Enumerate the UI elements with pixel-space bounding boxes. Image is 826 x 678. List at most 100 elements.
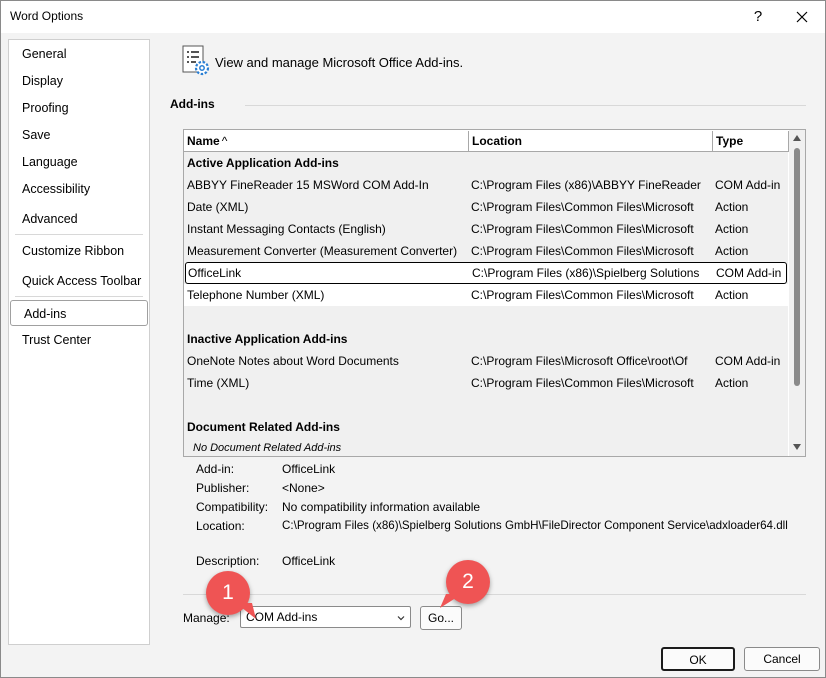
sidebar-item-label: Proofing [22,101,69,115]
page-description: View and manage Microsoft Office Add-ins… [215,55,464,70]
group-header-document: Document Related Add-ins [187,420,340,434]
sort-indicator-icon: ^ [221,134,228,148]
sidebar-item-customize-ribbon[interactable]: Customize Ribbon [9,238,149,264]
sidebar-item-label: Trust Center [22,333,92,347]
title-bar: Word Options ? [1,1,825,33]
close-icon [796,11,808,23]
document-addins-note: No Document Related Add-ins [193,442,342,454]
sidebar-item-label: Customize Ribbon [22,244,125,258]
table-row[interactable]: Date (XML) C:\Program Files\Common Files… [184,196,788,218]
sidebar-separator [15,234,143,235]
cell-location: C:\Program Files\Common Files\Microsoft [471,288,694,302]
cell-location: C:\Program Files\Common Files\Microsoft [471,222,694,236]
cell-type: Action [715,244,749,258]
section-title: Add-ins [170,97,215,111]
cell-location: C:\Program Files (x86)\ABBYY FineReader [471,178,701,192]
detail-compatibility-label: Compatibility: [196,500,269,514]
detail-location-label: Location: [196,519,245,533]
cell-name: ABBYY FineReader 15 MSWord COM Add-In [187,178,429,192]
cell-name: Measurement Converter (Measurement Conve… [187,244,458,258]
sidebar-item-save[interactable]: Save [9,122,149,148]
detail-description-label: Description: [196,554,260,568]
cell-type: Action [715,288,749,302]
cell-name: OfficeLink [188,266,242,280]
addins-gear-icon [182,45,212,80]
cell-name: Time (XML) [187,376,250,390]
word-options-dialog: Word Options ? General Display Proofing … [0,0,826,678]
column-header-type[interactable]: Type [713,131,789,152]
table-row[interactable]: ABBYY FineReader 15 MSWord COM Add-In C:… [184,174,788,196]
table-row[interactable]: OneNote Notes about Word Documents C:\Pr… [184,350,788,372]
window-title: Word Options [10,9,84,23]
cell-location: C:\Program Files\Common Files\Microsoft [471,200,694,214]
sidebar-item-display[interactable]: Display [9,68,149,94]
cell-type: COM Add-in [716,266,782,280]
cell-type: Action [715,200,749,214]
section-divider [245,105,806,106]
detail-publisher-label: Publisher: [196,481,250,495]
cell-type: Action [715,222,749,236]
sidebar-item-general[interactable]: General [9,41,149,67]
cell-location: C:\Program Files (x86)\Spielberg Solutio… [472,266,700,280]
table-row[interactable]: Time (XML) C:\Program Files\Common Files… [184,372,788,394]
sidebar-item-label: Display [22,74,63,88]
cell-name: Instant Messaging Contacts (English) [187,222,386,236]
cell-name: OneNote Notes about Word Documents [187,354,399,368]
detail-addin-value: OfficeLink [282,462,336,476]
cell-location: C:\Program Files\Microsoft Office\root\O… [471,354,688,368]
manage-select[interactable]: COM Add-ins [240,606,411,628]
detail-compatibility-value: No compatibility information available [282,500,481,514]
callout-pointer-icon [440,594,462,608]
addins-rows: Active Application Add-ins ABBYY FineRea… [184,152,788,456]
sidebar-separator [15,296,143,297]
vertical-scrollbar[interactable] [789,130,805,456]
sidebar-item-trust-center[interactable]: Trust Center [9,327,149,353]
cell-location: C:\Program Files\Common Files\Microsoft [471,376,694,390]
cancel-button[interactable]: Cancel [744,647,820,671]
sidebar-item-label: Advanced [22,212,78,226]
addins-list: Name ^ Location Type Active Application A… [183,129,806,457]
callout-pointer-icon [236,603,256,619]
detail-description-value: OfficeLink [282,554,336,568]
sidebar-item-add-ins[interactable]: Add-ins [10,300,148,326]
table-row[interactable]: Measurement Converter (Measurement Conve… [184,240,788,262]
sidebar-item-label: Accessibility [22,182,91,196]
cell-type: COM Add-in [715,354,781,368]
sidebar-item-accessibility[interactable]: Accessibility [9,176,149,202]
sidebar-item-label: Language [22,155,78,169]
ok-button[interactable]: OK [661,647,735,671]
sidebar-item-label: Quick Access Toolbar [22,274,142,288]
cell-name: Telephone Number (XML) [187,288,325,302]
cell-location: C:\Program Files\Common Files\Microsoft [471,244,694,258]
detail-publisher-value: <None> [282,481,325,495]
column-header-name[interactable]: Name ^ [184,131,469,152]
scroll-up-icon[interactable] [793,135,801,141]
column-header-location[interactable]: Location [469,131,713,152]
sidebar-item-label: Add-ins [24,307,67,321]
scroll-down-icon[interactable] [793,444,801,450]
table-row[interactable]: Instant Messaging Contacts (English) C:\… [184,218,788,240]
group-header-inactive: Inactive Application Add-ins [187,332,348,346]
chevron-down-icon [397,616,405,621]
sidebar-item-label: General [22,47,67,61]
sidebar-item-proofing[interactable]: Proofing [9,95,149,121]
sidebar-item-label: Save [22,128,51,142]
callout-badge-2: 2 [440,560,490,608]
help-button[interactable]: ? [745,5,771,29]
scrollbar-thumb[interactable] [794,148,800,386]
sidebar-item-language[interactable]: Language [9,149,149,175]
sidebar-item-quick-access-toolbar[interactable]: Quick Access Toolbar [9,268,149,294]
table-row-selected[interactable]: OfficeLink C:\Program Files (x86)\Spielb… [185,262,787,284]
callout-badge-1: 1 [206,571,256,619]
sidebar: General Display Proofing Save Language A… [8,39,150,645]
group-header-active: Active Application Add-ins [187,156,339,170]
cell-type: Action [715,376,749,390]
close-button[interactable] [787,5,817,29]
cell-name: Date (XML) [187,200,249,214]
detail-location-value: C:\Program Files (x86)\Spielberg Solutio… [282,519,788,532]
sidebar-item-advanced[interactable]: Advanced [9,206,149,232]
detail-addin-label: Add-in: [196,462,235,476]
cell-type: COM Add-in [715,178,781,192]
manage-divider [183,594,806,595]
table-row[interactable]: Telephone Number (XML) C:\Program Files\… [184,284,788,306]
